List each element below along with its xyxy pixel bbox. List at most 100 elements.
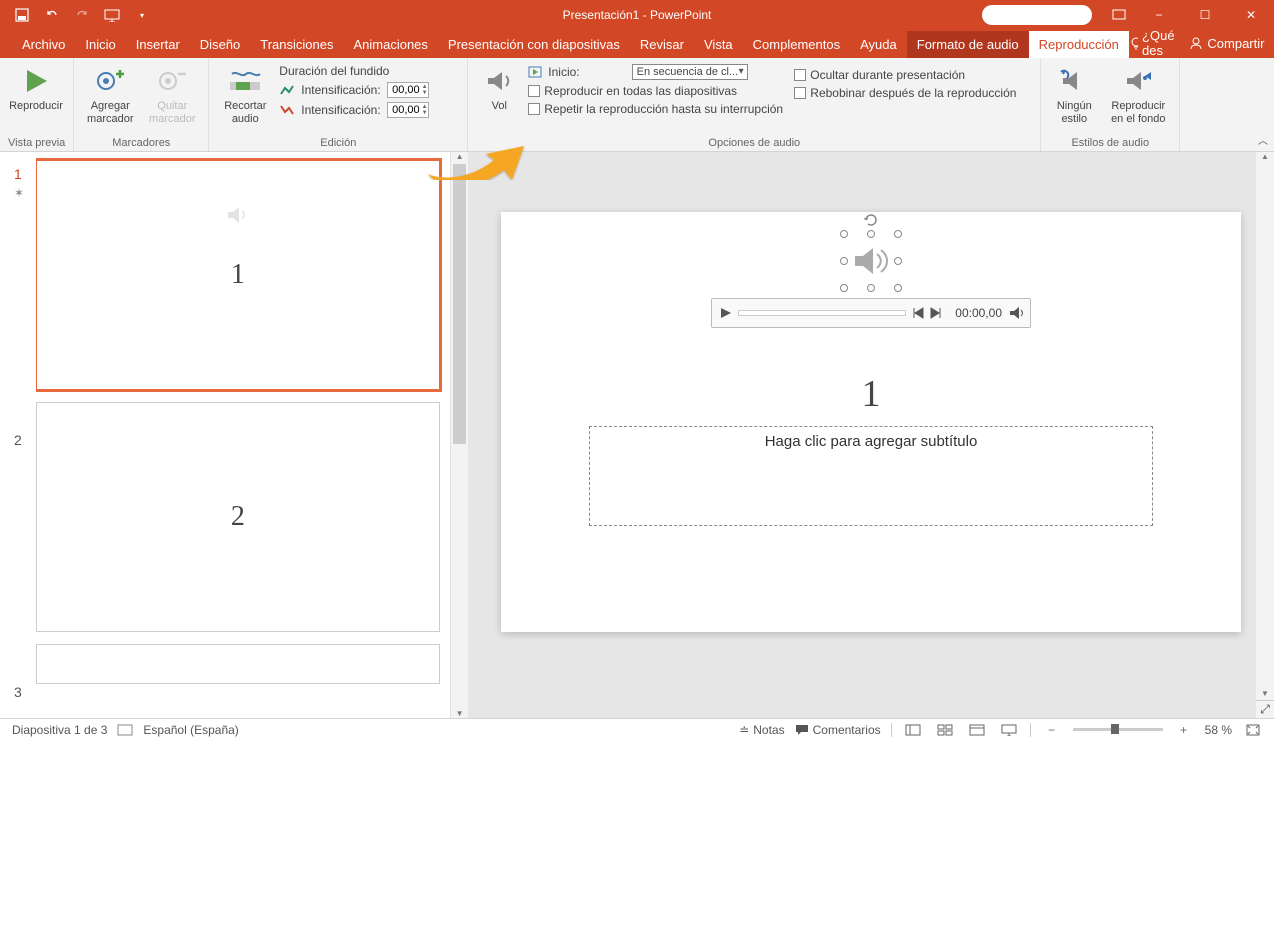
language-label[interactable]: Español (España) — [143, 723, 238, 737]
zoom-slider[interactable] — [1073, 728, 1163, 731]
ribbon: Reproducir Vista previa Agregar marcador… — [0, 58, 1274, 152]
resize-handle[interactable] — [894, 230, 902, 238]
resize-handle[interactable] — [840, 284, 848, 292]
checkbox-icon — [528, 85, 540, 97]
scroll-up-icon[interactable]: ▲ — [1256, 152, 1274, 161]
play-preview-button[interactable]: Reproducir — [8, 62, 64, 113]
slide-editor[interactable]: 00:00,00 1 Haga clic para agregar subtít… — [468, 152, 1274, 718]
tab-transitions[interactable]: Transiciones — [250, 31, 343, 58]
no-style-button[interactable]: Ningún estilo — [1049, 62, 1099, 126]
maximize-button[interactable]: ☐ — [1184, 0, 1226, 30]
hide-during-checkbox[interactable]: Ocultar durante presentación — [794, 68, 1032, 82]
thumbnail-numbers: 1 ✶ 2 3 — [0, 152, 36, 718]
fit-window-button[interactable] — [1242, 721, 1264, 739]
seek-bar[interactable] — [738, 310, 906, 316]
fade-in-icon — [279, 84, 295, 96]
minimize-button[interactable]: − — [1138, 0, 1180, 30]
redo-icon[interactable] — [74, 7, 90, 23]
scroll-thumb[interactable] — [453, 164, 466, 444]
resize-handle[interactable] — [867, 284, 875, 292]
tab-design[interactable]: Diseño — [190, 31, 250, 58]
trim-audio-icon — [228, 64, 262, 98]
skip-forward-button[interactable] — [930, 307, 942, 319]
fit-to-window-button[interactable]: ⤢ — [1256, 700, 1274, 718]
play-background-button[interactable]: Reproducir en el fondo — [1105, 62, 1171, 126]
volume-button[interactable]: Vol — [476, 62, 522, 116]
thumbnails-scrollbar[interactable]: ▲ ▼ — [450, 152, 468, 718]
resize-handle[interactable] — [894, 257, 902, 265]
undo-icon[interactable] — [44, 7, 60, 23]
close-button[interactable]: ✕ — [1230, 0, 1272, 30]
play-across-checkbox[interactable]: Reproducir en todas las diapositivas — [528, 84, 788, 98]
audio-placeholder-icon — [226, 205, 250, 225]
zoom-out-button[interactable]: − — [1041, 721, 1063, 739]
slideshow-view-button[interactable] — [998, 721, 1020, 739]
loop-checkbox[interactable]: Repetir la reproducción hasta su interru… — [528, 102, 788, 116]
play-button[interactable] — [718, 306, 732, 320]
resize-handle[interactable] — [840, 257, 848, 265]
zoom-in-button[interactable]: + — [1173, 721, 1195, 739]
resize-handle[interactable] — [894, 284, 902, 292]
start-from-current-icon[interactable] — [104, 7, 120, 23]
slide-number[interactable]: 2 — [0, 426, 36, 678]
reading-view-button[interactable] — [966, 721, 988, 739]
scroll-down-icon[interactable]: ▼ — [451, 709, 468, 718]
skip-back-button[interactable] — [912, 307, 924, 319]
rewind-after-checkbox[interactable]: Rebobinar después de la reproducción — [794, 86, 1032, 100]
volume-icon — [482, 64, 516, 98]
add-bookmark-button[interactable]: Agregar marcador — [82, 62, 138, 126]
main-area: 1 ✶ 2 3 1 2 ▲ ▼ — [0, 152, 1274, 718]
subtitle-placeholder[interactable]: Haga clic para agregar subtítulo — [589, 426, 1153, 526]
play-icon — [19, 64, 53, 98]
tab-file[interactable]: Archivo — [12, 31, 75, 58]
tab-format-audio[interactable]: Formato de audio — [907, 31, 1029, 58]
comments-button[interactable]: Comentarios — [795, 723, 881, 737]
tab-home[interactable]: Inicio — [75, 31, 125, 58]
fade-out-input[interactable] — [388, 103, 422, 117]
zoom-level[interactable]: 58 % — [1205, 723, 1232, 737]
tab-addins[interactable]: Complementos — [743, 31, 850, 58]
fade-out-spinbox[interactable]: ▲▼ — [387, 102, 429, 118]
scroll-down-icon[interactable]: ▼ — [1256, 689, 1274, 698]
save-icon[interactable] — [14, 7, 30, 23]
trim-audio-button[interactable]: Recortar audio — [217, 62, 273, 126]
editor-scrollbar[interactable]: ▲ ▼ — [1256, 152, 1274, 718]
fade-in-label: Intensificación: — [301, 83, 380, 97]
tab-animations[interactable]: Animaciones — [343, 31, 437, 58]
slide-thumbnail-2[interactable]: 2 — [36, 402, 441, 632]
slide-thumbnails-panel: 1 ✶ 2 3 1 2 ▲ ▼ — [0, 152, 468, 718]
spell-check-icon[interactable] — [117, 723, 133, 737]
tell-me-button[interactable]: ¿Qué des — [1129, 28, 1180, 58]
tab-help[interactable]: Ayuda — [850, 31, 907, 58]
share-button[interactable]: Compartir — [1189, 36, 1264, 51]
fade-in-input[interactable] — [388, 83, 422, 97]
scroll-up-icon[interactable]: ▲ — [451, 152, 468, 161]
ribbon-display-options-button[interactable] — [1104, 0, 1134, 30]
slide-canvas[interactable]: 00:00,00 1 Haga clic para agregar subtít… — [501, 212, 1241, 632]
audio-player: 00:00,00 — [711, 298, 1031, 328]
slide-number[interactable]: 3 — [0, 678, 36, 930]
tab-insert[interactable]: Insertar — [126, 31, 190, 58]
tab-slideshow[interactable]: Presentación con diapositivas — [438, 31, 630, 58]
tab-playback[interactable]: Reproducción — [1029, 31, 1129, 58]
user-name-area[interactable] — [982, 5, 1092, 25]
audio-object[interactable]: 00:00,00 — [711, 234, 1031, 328]
tab-view[interactable]: Vista — [694, 31, 743, 58]
volume-icon[interactable] — [1008, 306, 1024, 320]
slide-thumbnail-3[interactable] — [36, 644, 441, 684]
slide-thumbnail-1[interactable]: 1 — [36, 160, 441, 390]
notes-button[interactable]: ≐Notas — [739, 723, 784, 737]
slide-sorter-button[interactable] — [934, 721, 956, 739]
normal-view-button[interactable] — [902, 721, 924, 739]
slide-title[interactable]: 1 — [501, 372, 1241, 416]
start-select[interactable]: En secuencia de cl... — [632, 64, 748, 80]
zoom-knob[interactable] — [1111, 724, 1119, 734]
rotate-handle-icon[interactable] — [863, 212, 879, 228]
resize-handle[interactable] — [840, 230, 848, 238]
collapse-ribbon-button[interactable]: ︿ — [1254, 130, 1272, 149]
qat-customize-icon[interactable]: ▾ — [134, 7, 150, 23]
resize-handle[interactable] — [867, 230, 875, 238]
fade-in-spinbox[interactable]: ▲▼ — [387, 82, 429, 98]
animation-indicator-icon: ✶ — [0, 186, 36, 200]
tab-review[interactable]: Revisar — [630, 31, 694, 58]
